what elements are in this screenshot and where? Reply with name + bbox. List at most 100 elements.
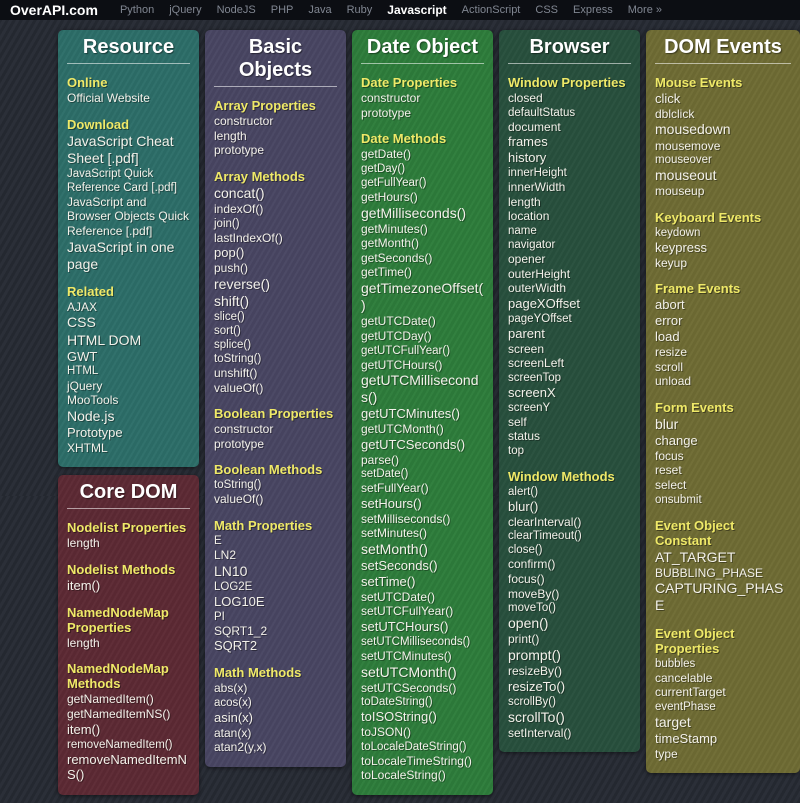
nav-link-nodejs[interactable]: NodeJS xyxy=(217,4,256,16)
item-link[interactable]: AT_TARGET xyxy=(655,549,791,566)
item-link[interactable]: getMilliseconds() xyxy=(361,205,484,222)
item-link[interactable]: getTimezoneOffset() xyxy=(361,280,484,314)
item-link[interactable]: setUTCSeconds() xyxy=(361,681,484,696)
item-link[interactable]: self xyxy=(508,415,631,430)
item-link[interactable]: eventPhase xyxy=(655,700,791,714)
item-link[interactable]: setUTCFullYear() xyxy=(361,604,484,619)
item-link[interactable]: blur xyxy=(655,416,791,433)
item-link[interactable]: resizeTo() xyxy=(508,679,631,695)
item-link[interactable]: onsubmit xyxy=(655,493,791,507)
item-link[interactable]: JavaScript in one page xyxy=(67,239,190,273)
item-link[interactable]: cancelable xyxy=(655,671,791,686)
nav-link-javascript[interactable]: Javascript xyxy=(387,3,446,17)
item-link[interactable]: scroll xyxy=(655,360,791,375)
item-link[interactable]: Official Website xyxy=(67,91,190,106)
item-link[interactable]: open() xyxy=(508,615,631,632)
item-link[interactable]: frames xyxy=(508,134,631,150)
item-link[interactable]: toISOString() xyxy=(361,709,484,725)
item-link[interactable]: status xyxy=(508,429,631,444)
item-link[interactable]: LN10 xyxy=(214,563,337,580)
item-link[interactable]: JavaScript Quick Reference Card [.pdf] xyxy=(67,167,190,195)
item-link[interactable]: currentTarget xyxy=(655,685,791,700)
item-link[interactable]: print() xyxy=(508,632,631,647)
item-link[interactable]: setUTCMilliseconds() xyxy=(361,635,484,649)
item-link[interactable]: length xyxy=(67,636,190,651)
item-link[interactable]: AJAX xyxy=(67,300,190,315)
item-link[interactable]: change xyxy=(655,433,791,449)
item-link[interactable]: length xyxy=(67,536,190,551)
item-link[interactable]: getSeconds() xyxy=(361,251,484,266)
item-link[interactable]: history xyxy=(508,150,631,166)
item-link[interactable]: concat() xyxy=(214,185,337,202)
item-link[interactable]: mouseover xyxy=(655,153,791,167)
item-link[interactable]: setUTCMonth() xyxy=(361,664,484,681)
item-link[interactable]: length xyxy=(214,129,337,144)
item-link[interactable]: LOG10E xyxy=(214,594,337,610)
item-link[interactable]: toLocaleString() xyxy=(361,768,484,783)
item-link[interactable]: screenY xyxy=(508,401,631,415)
item-link[interactable]: getUTCMonth() xyxy=(361,422,484,437)
item-link[interactable]: valueOf() xyxy=(214,381,337,396)
item-link[interactable]: item() xyxy=(67,722,190,738)
item-link[interactable]: getDate() xyxy=(361,147,484,162)
nav-link-css[interactable]: CSS xyxy=(535,4,558,16)
item-link[interactable]: prototype xyxy=(214,143,337,158)
nav-link-python[interactable]: Python xyxy=(120,4,154,16)
item-link[interactable]: closed xyxy=(508,91,631,106)
item-link[interactable]: outerWidth xyxy=(508,281,631,296)
item-link[interactable]: confirm() xyxy=(508,557,631,572)
item-link[interactable]: focus() xyxy=(508,572,631,587)
item-link[interactable]: JavaScript and Browser Objects Quick Ref… xyxy=(67,195,190,239)
item-link[interactable]: clearTimeout() xyxy=(508,529,631,543)
item-link[interactable]: getUTCDate() xyxy=(361,314,484,329)
item-link[interactable]: keypress xyxy=(655,240,791,256)
nav-link-java[interactable]: Java xyxy=(308,4,331,16)
item-link[interactable]: mousemove xyxy=(655,139,791,154)
item-link[interactable]: select xyxy=(655,478,791,493)
item-link[interactable]: setSeconds() xyxy=(361,558,484,574)
item-link[interactable]: Prototype xyxy=(67,425,190,441)
nav-link-php[interactable]: PHP xyxy=(271,4,294,16)
item-link[interactable]: E xyxy=(214,534,337,548)
item-link[interactable]: type xyxy=(655,747,791,762)
item-link[interactable]: scrollTo() xyxy=(508,709,631,726)
item-link[interactable]: setHours() xyxy=(361,496,484,512)
item-link[interactable]: prototype xyxy=(214,437,337,452)
item-link[interactable]: parent xyxy=(508,326,631,342)
item-link[interactable]: name xyxy=(508,224,631,238)
item-link[interactable]: jQuery xyxy=(67,379,190,394)
item-link[interactable]: HTML DOM xyxy=(67,332,190,349)
item-link[interactable]: pop() xyxy=(214,245,337,261)
item-link[interactable]: prompt() xyxy=(508,647,631,664)
item-link[interactable]: screenLeft xyxy=(508,356,631,371)
item-link[interactable]: pageXOffset xyxy=(508,296,631,312)
item-link[interactable]: keydown xyxy=(655,226,791,240)
item-link[interactable]: setMilliseconds() xyxy=(361,512,484,527)
item-link[interactable]: close() xyxy=(508,543,631,557)
item-link[interactable]: lastIndexOf() xyxy=(214,231,337,246)
item-link[interactable]: getNamedItem() xyxy=(67,692,190,707)
item-link[interactable]: getTime() xyxy=(361,265,484,280)
item-link[interactable]: alert() xyxy=(508,485,631,499)
item-link[interactable]: error xyxy=(655,313,791,329)
item-link[interactable]: getMinutes() xyxy=(361,222,484,237)
item-link[interactable]: dblclick xyxy=(655,107,791,122)
item-link[interactable]: resizeBy() xyxy=(508,664,631,679)
item-link[interactable]: mouseup xyxy=(655,184,791,199)
item-link[interactable]: getDay() xyxy=(361,162,484,176)
item-link[interactable]: constructor xyxy=(214,114,337,129)
item-link[interactable]: SQRT1_2 xyxy=(214,624,337,639)
site-logo[interactable]: OverAPI.com xyxy=(10,2,98,18)
item-link[interactable]: reverse() xyxy=(214,276,337,293)
item-link[interactable]: clearInterval() xyxy=(508,515,631,530)
nav-link-ruby[interactable]: Ruby xyxy=(347,4,373,16)
item-link[interactable]: getHours() xyxy=(361,190,484,205)
item-link[interactable]: toString() xyxy=(214,478,337,492)
item-link[interactable]: indexOf() xyxy=(214,202,337,217)
nav-link-more[interactable]: More » xyxy=(628,4,662,16)
item-link[interactable]: target xyxy=(655,714,791,731)
item-link[interactable]: screenTop xyxy=(508,371,631,385)
item-link[interactable]: PI xyxy=(214,610,337,624)
item-link[interactable]: load xyxy=(655,329,791,345)
item-link[interactable]: pageYOffset xyxy=(508,312,631,326)
